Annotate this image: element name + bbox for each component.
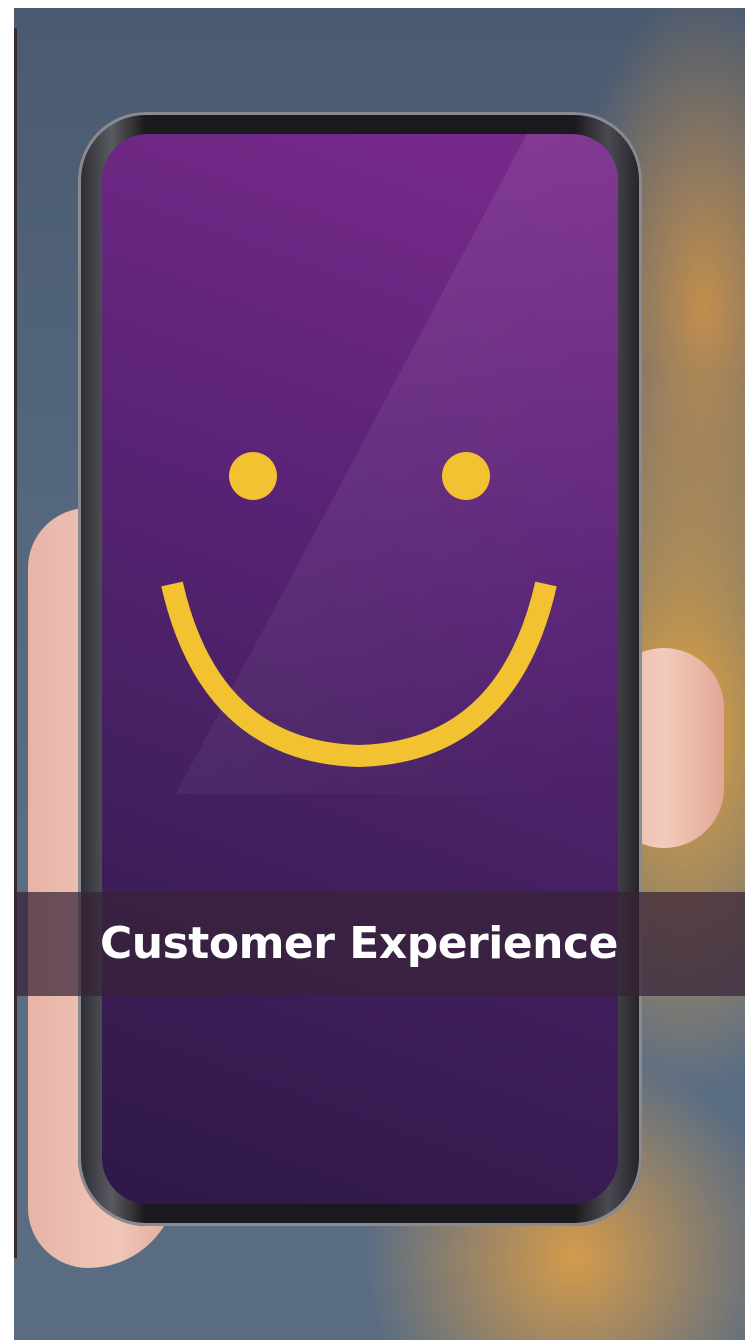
smiley-face-icon xyxy=(161,452,557,768)
phone-screen xyxy=(102,134,618,1204)
photo-frame xyxy=(14,8,745,1340)
smartphone xyxy=(78,112,642,1226)
right-eye xyxy=(442,452,490,500)
banner-title: Customer Experience xyxy=(100,918,618,969)
caption-banner: Customer Experience xyxy=(14,892,745,996)
smile-arc xyxy=(161,581,557,768)
left-border-line xyxy=(14,28,17,1258)
left-eye xyxy=(229,452,277,500)
